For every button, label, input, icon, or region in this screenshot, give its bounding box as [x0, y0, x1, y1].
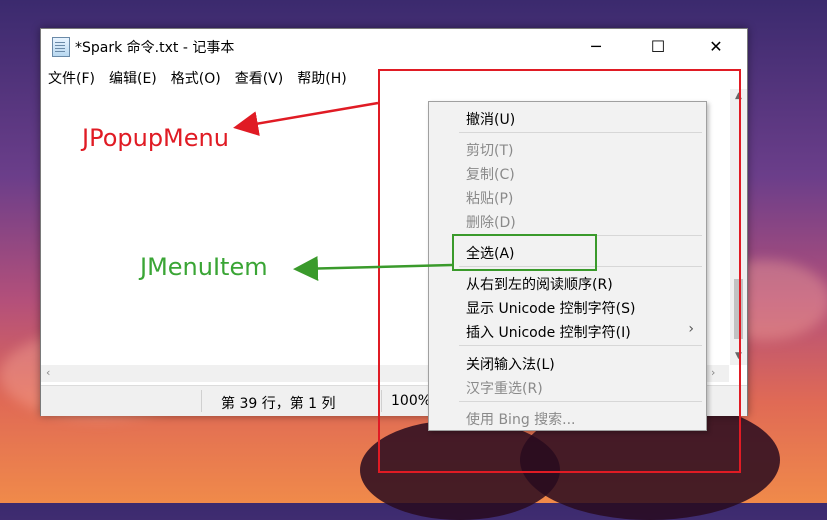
close-button[interactable]: ✕	[693, 29, 739, 63]
menu-file[interactable]: 文件(F)	[41, 65, 102, 89]
jmenuitem-label: JMenuItem	[140, 253, 268, 281]
maximize-button[interactable]: ☐	[635, 29, 681, 63]
menu-help[interactable]: 帮助(H)	[290, 65, 353, 89]
menu-edit[interactable]: 编辑(E)	[102, 65, 164, 89]
cursor-position: 第 39 行，第 1 列	[221, 396, 336, 412]
menu-view[interactable]: 查看(V)	[228, 65, 291, 89]
popup-menu-highlight-box	[378, 69, 741, 473]
scroll-left-icon[interactable]: ‹	[46, 366, 50, 379]
minimize-button[interactable]: ─	[573, 29, 619, 63]
jpopupmenu-label: JPopupMenu	[82, 124, 229, 152]
menu-format[interactable]: 格式(O)	[164, 65, 228, 89]
notepad-icon	[52, 37, 70, 57]
window-title: *Spark 命令.txt - 记事本	[75, 40, 235, 56]
menu-item-highlight-box	[452, 234, 597, 271]
title-bar[interactable]: *Spark 命令.txt - 记事本 ─ ☐ ✕	[41, 29, 747, 63]
status-separator	[201, 390, 202, 412]
